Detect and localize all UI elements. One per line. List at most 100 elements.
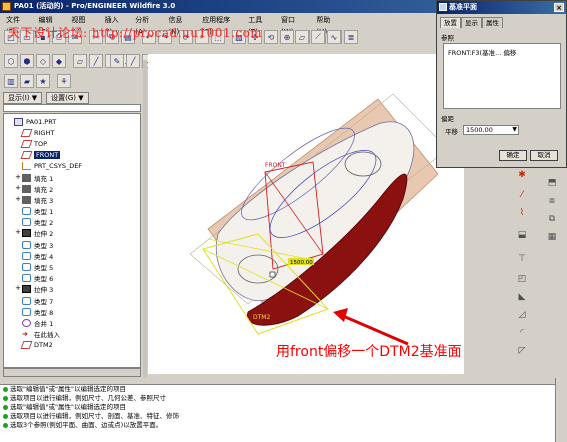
dialog-close-button[interactable]: × bbox=[554, 3, 564, 12]
drag-handle bbox=[269, 271, 276, 278]
merge-tool-icon[interactable]: ⧉ bbox=[545, 212, 559, 226]
tree-item[interactable]: 合并 1 bbox=[6, 317, 138, 328]
folder-icon[interactable]: ▰ bbox=[20, 74, 34, 88]
fill-icon bbox=[22, 184, 31, 193]
datum-axis-tool2-icon[interactable]: ╱ bbox=[126, 54, 140, 68]
datum-curve-tool-icon[interactable]: ∿ bbox=[327, 30, 341, 44]
datum-axis-tool-icon-right[interactable]: ⁄ bbox=[515, 188, 529, 202]
tree-item[interactable]: 类型 8 bbox=[6, 306, 138, 317]
tree-item[interactable]: FRONT bbox=[6, 150, 138, 161]
model-graphics: FRONT 1500.00 DTM2 bbox=[189, 93, 449, 346]
mirror-tool-icon[interactable]: ⧈ bbox=[545, 194, 559, 208]
tree-expander bbox=[14, 252, 22, 260]
tree-item-label: 类型 3 bbox=[34, 241, 54, 250]
settings-dropdown[interactable]: 设置(G) ▼ bbox=[46, 92, 89, 104]
tree-item[interactable]: ➜ 在此插入 bbox=[6, 329, 138, 340]
tree-item[interactable]: + 拉伸 3 bbox=[6, 284, 138, 295]
tree-item[interactable]: RIGHT bbox=[6, 127, 138, 138]
ok-button[interactable]: 确定 bbox=[499, 150, 527, 161]
cancel-button[interactable]: 取消 bbox=[530, 150, 558, 161]
tree-item-label: 类型 2 bbox=[34, 219, 54, 228]
tree-expander[interactable]: + bbox=[14, 195, 22, 204]
round-tool-icon[interactable]: ◜ bbox=[515, 326, 529, 340]
tree-item[interactable]: 类型 7 bbox=[6, 295, 138, 306]
tree-item-label: 类型 4 bbox=[34, 252, 54, 261]
tree-item-label: 类型 6 bbox=[34, 275, 54, 284]
reference-item[interactable]: FRONT:F3(基准... 偏移 bbox=[448, 47, 556, 57]
message-line: 选取项目以进行编辑，例如尺寸、剖面、基准、特征、修饰 bbox=[0, 412, 555, 421]
graphics-viewport[interactable]: FRONT 1500.00 DTM2 bbox=[148, 54, 464, 374]
no-hidden-icon[interactable]: ◇ bbox=[36, 54, 50, 68]
tab-placement[interactable]: 放置 bbox=[440, 17, 461, 28]
chevron-down-icon[interactable]: ▼ bbox=[512, 126, 517, 134]
tree-item[interactable]: + 填充 3 bbox=[6, 194, 138, 205]
zoom-in-icon[interactable]: ⊕ bbox=[280, 30, 294, 44]
dialog-title: 基准平面 bbox=[449, 3, 477, 11]
tree-item-label: PRT_CSYS_DEF bbox=[34, 162, 83, 171]
tree-expander bbox=[14, 207, 22, 215]
extrude-tool-icon[interactable]: ⬓ bbox=[515, 228, 529, 242]
tree-item[interactable]: 类型 6 bbox=[6, 273, 138, 284]
connection-icon[interactable]: ⚘ bbox=[57, 74, 71, 88]
datum-axis-tool-icon[interactable]: ⟋ bbox=[311, 30, 325, 44]
model-tree-icon[interactable]: ▥ bbox=[4, 74, 18, 88]
references-list[interactable]: FRONT:F3(基准... 偏移 bbox=[443, 43, 561, 109]
tree-item[interactable]: 类型 3 bbox=[6, 239, 138, 250]
panel-splitter[interactable] bbox=[143, 60, 147, 378]
layers-icon[interactable]: ≣ bbox=[344, 30, 358, 44]
menu-help[interactable]: 帮助(H) bbox=[316, 14, 340, 36]
tree-item[interactable]: PA01.PRT bbox=[6, 116, 138, 127]
model-tree: PA01.PRT RIGHT TOP FRONT PRT_CSYS_DEF + 填充 1 + 填… bbox=[3, 113, 141, 368]
tree-expander[interactable]: + bbox=[14, 184, 22, 193]
style-icon bbox=[22, 207, 31, 216]
tree-expander[interactable]: + bbox=[14, 229, 22, 237]
chamfer-tool-icon[interactable]: ◸ bbox=[515, 344, 529, 358]
model-tree-filter[interactable] bbox=[3, 104, 141, 112]
orient-icon[interactable]: ⟲ bbox=[264, 30, 278, 44]
tree-item[interactable]: 类型 2 bbox=[6, 217, 138, 228]
tree-expander[interactable]: + bbox=[14, 173, 22, 182]
rib-tool-icon[interactable]: ◣ bbox=[515, 290, 529, 304]
datum-plane-icon bbox=[20, 151, 33, 160]
tree-item-label: 拉伸 3 bbox=[34, 286, 54, 295]
style-icon bbox=[22, 296, 31, 305]
tree-item[interactable]: + 拉伸 2 bbox=[6, 228, 138, 239]
datum-curve-tool-icon-right[interactable]: ⌇ bbox=[515, 206, 529, 220]
tree-item[interactable]: DTM2 bbox=[6, 340, 138, 351]
hidden-line-icon[interactable]: ⬢ bbox=[20, 54, 34, 68]
tree-item[interactable]: 类型 4 bbox=[6, 250, 138, 261]
tree-expander[interactable]: + bbox=[14, 285, 22, 293]
merge-icon bbox=[22, 318, 31, 327]
translate-value-field[interactable]: 1500.00 ▼ bbox=[463, 125, 519, 135]
datum-axis-display-icon[interactable]: ╱ bbox=[89, 54, 103, 68]
menu-window[interactable]: 窗口(W) bbox=[281, 14, 306, 36]
front-plane-label: FRONT bbox=[265, 162, 286, 169]
tree-item[interactable]: 类型 1 bbox=[6, 206, 138, 217]
copy-tool-icon[interactable]: ⬒ bbox=[545, 176, 559, 190]
draft-tool-icon[interactable]: ◿ bbox=[515, 308, 529, 322]
datum-plane-tool-icon[interactable]: ▱ bbox=[295, 30, 309, 44]
datum-plane-tool-icon-right[interactable]: ✱ bbox=[515, 168, 529, 182]
offset-value-text: 1500.00 bbox=[290, 260, 313, 266]
dialog-icon bbox=[439, 3, 447, 11]
model-tree-hscrollbar[interactable] bbox=[3, 368, 141, 377]
message-scrollbar[interactable] bbox=[555, 378, 567, 442]
sketch-tool-icon[interactable]: ✎ bbox=[110, 54, 124, 68]
tree-item[interactable]: 类型 5 bbox=[6, 261, 138, 272]
show-dropdown[interactable]: 显示(I) ▼ bbox=[3, 92, 43, 104]
tab-display[interactable]: 显示 bbox=[461, 17, 482, 28]
tree-item-label: 合并 1 bbox=[34, 319, 54, 328]
shell-tool-icon[interactable]: ◰ bbox=[515, 272, 529, 286]
shading-icon[interactable]: ◆ bbox=[52, 54, 66, 68]
annotation-text: 用front偏移一个DTM2基准面 bbox=[276, 344, 462, 360]
tree-item[interactable]: TOP bbox=[6, 138, 138, 149]
tab-properties[interactable]: 属性 bbox=[482, 17, 503, 28]
favorites-icon[interactable]: ★ bbox=[36, 74, 50, 88]
tree-item[interactable]: + 填充 2 bbox=[6, 183, 138, 194]
wireframe-icon[interactable]: ⬡ bbox=[4, 54, 18, 68]
tree-item[interactable]: PRT_CSYS_DEF bbox=[6, 161, 138, 172]
datum-plane-display-icon[interactable]: ▱ bbox=[73, 54, 87, 68]
pattern-tool-icon[interactable]: ▦ bbox=[545, 230, 559, 244]
tree-item[interactable]: + 填充 1 bbox=[6, 172, 138, 183]
hole-tool-icon[interactable]: ⊤ bbox=[515, 252, 529, 266]
